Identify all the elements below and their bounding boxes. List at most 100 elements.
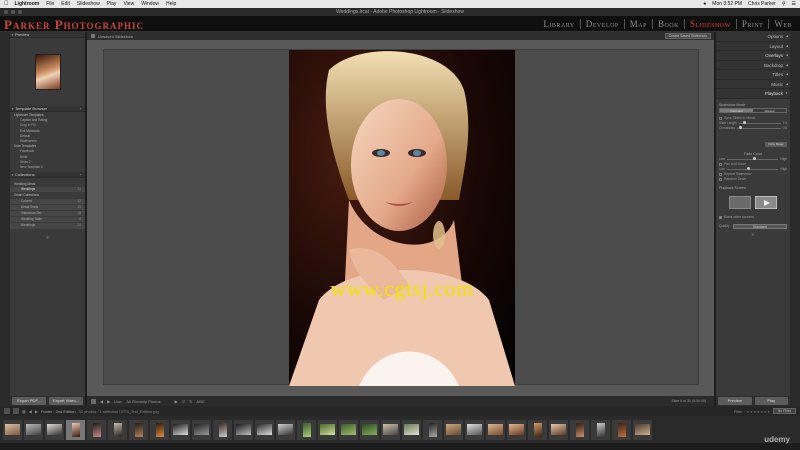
menu-app[interactable]: Lightroom: [15, 1, 40, 7]
module-book[interactable]: Book: [651, 19, 684, 29]
play-preview-icon[interactable]: ▶: [175, 399, 178, 404]
filmstrip-thumbnail[interactable]: [570, 419, 589, 440]
quality-dropdown[interactable]: Standard: [732, 223, 787, 229]
close-window-button[interactable]: [4, 10, 8, 14]
filmstrip-thumbnail[interactable]: [339, 419, 358, 440]
filter-dropdown[interactable]: No Filter: [772, 408, 796, 414]
filmstrip-thumbnail[interactable]: [150, 419, 169, 440]
screen-2-option[interactable]: [755, 195, 777, 209]
filmstrip-thumbnail[interactable]: [129, 419, 148, 440]
filmstrip-thumbnail[interactable]: [255, 419, 274, 440]
filmstrip-thumbnail[interactable]: [423, 419, 442, 440]
slide-canvas[interactable]: www.cgtsj.com: [103, 49, 699, 386]
preview-panel-header[interactable]: ▼ Preview: [10, 32, 85, 38]
overlays-section-header[interactable]: Overlays ◀: [716, 51, 790, 61]
filmstrip-thumbnail[interactable]: [87, 419, 106, 440]
left-panel-toggle[interactable]: [0, 32, 10, 406]
filmstrip-thumbnail[interactable]: [318, 419, 337, 440]
slider-track[interactable]: [738, 121, 781, 124]
add-text-button[interactable]: ABC: [196, 399, 204, 404]
add-template-icon[interactable]: +: [80, 106, 82, 111]
titles-section-header[interactable]: Titles ◀: [716, 70, 790, 80]
slider-knob[interactable]: [742, 121, 746, 124]
slider-value[interactable]: 0.5: [783, 126, 787, 130]
menu-file[interactable]: File: [46, 1, 54, 7]
module-slideshow[interactable]: Slideshow: [683, 19, 736, 29]
grid-view-icon[interactable]: ▦: [22, 409, 26, 414]
collection-item[interactable]: Detail Shots 10: [10, 204, 85, 210]
export-pdf-button[interactable]: Export PDF...: [12, 397, 46, 405]
filmstrip-thumbnail[interactable]: [633, 419, 652, 440]
filmstrip-thumbnail[interactable]: [465, 419, 484, 440]
filmstrip-source[interactable]: Folder : 2nd Edition: [41, 409, 76, 414]
crossfades-slider[interactable]: Crossfades 0.5: [719, 126, 787, 131]
module-develop[interactable]: Develop: [579, 19, 624, 29]
mode-automatic[interactable]: Automatic: [720, 108, 753, 113]
filmstrip-thumbnail[interactable]: [24, 419, 43, 440]
screen-1-option[interactable]: [729, 195, 751, 209]
filmstrip-thumbnail[interactable]: [213, 419, 232, 440]
filmstrip-thumbnail[interactable]: [234, 419, 253, 440]
music-section-header[interactable]: Music ◀: [716, 79, 790, 89]
collection-item[interactable]: Weddings 24: [10, 223, 85, 229]
filmstrip-thumbnail[interactable]: [45, 419, 64, 440]
menu-slideshow[interactable]: Slideshow: [77, 1, 100, 7]
zoom-window-button[interactable]: [18, 10, 22, 14]
filmstrip-thumbnail[interactable]: [549, 419, 568, 440]
filmstrip-thumbnail[interactable]: [360, 419, 379, 440]
random-order-checkbox[interactable]: Random Order: [719, 177, 787, 182]
collection-item[interactable]: Slideshow Set 18: [10, 211, 85, 217]
collection-item[interactable]: Weddings 31: [10, 187, 85, 193]
collections-header[interactable]: ▼ Collections +: [10, 172, 85, 179]
slider-knob[interactable]: [747, 167, 751, 170]
menu-help[interactable]: Help: [166, 1, 176, 7]
play-button[interactable]: Play: [754, 397, 788, 405]
right-panel-toggle[interactable]: [790, 32, 800, 406]
main-window-icon[interactable]: [4, 408, 10, 414]
slider-track[interactable]: [726, 157, 779, 160]
menubar-user[interactable]: Chris Parker: [748, 1, 776, 7]
filmstrip-thumbnail[interactable]: [591, 419, 610, 440]
slider-track[interactable]: [737, 126, 781, 129]
collection-item[interactable]: Colored 12: [10, 198, 85, 204]
apple-icon[interactable]: : [4, 1, 9, 7]
module-library[interactable]: Library: [538, 19, 579, 29]
rotate-left-icon[interactable]: ↺: [182, 399, 185, 404]
options-section-header[interactable]: Options ◀: [716, 32, 790, 42]
template-browser-header[interactable]: ▼ Template Browser +: [10, 106, 85, 112]
playback-section-header[interactable]: Playback ▼: [716, 89, 790, 99]
filmstrip-thumbnail[interactable]: [381, 419, 400, 440]
use-dropdown[interactable]: All Filmstrip Photos: [126, 399, 160, 404]
filmstrip-thumbnail[interactable]: [402, 419, 421, 440]
filmstrip-thumbnail[interactable]: [171, 419, 190, 440]
back-arrow-icon[interactable]: ◀: [29, 409, 32, 414]
backdrop-section-header[interactable]: Backdrop ◀: [716, 60, 790, 70]
template-item[interactable]: New Template 2: [10, 165, 85, 170]
add-collection-icon[interactable]: +: [80, 172, 82, 177]
rating-filter-stars-icon[interactable]: ●●●●●●●: [747, 409, 771, 414]
next-slide-icon[interactable]: ▶: [107, 399, 110, 404]
slider-value[interactable]: 7.8: [783, 121, 787, 125]
mode-manual[interactable]: Manual: [753, 109, 786, 113]
filmstrip-thumbnail[interactable]: [3, 419, 22, 440]
collection-item[interactable]: Wedding Table 6: [10, 217, 85, 223]
filmstrip-thumbnail[interactable]: [66, 419, 85, 440]
rotate-right-icon[interactable]: ↻: [189, 399, 192, 404]
filmstrip-thumbnail[interactable]: [444, 419, 463, 440]
filmstrip-thumbnail[interactable]: [297, 419, 316, 440]
module-print[interactable]: Print: [735, 19, 769, 29]
slider-track[interactable]: [726, 167, 779, 170]
export-video-button[interactable]: Export Video...: [49, 397, 83, 405]
second-window-icon[interactable]: [13, 408, 19, 414]
previous-slide-icon[interactable]: ◀: [100, 399, 103, 404]
menu-edit[interactable]: Edit: [61, 1, 70, 7]
bottom-panel-toggle[interactable]: [0, 443, 800, 450]
menubar-clock[interactable]: Mon 3:52 PM: [712, 1, 742, 7]
stop-icon[interactable]: [91, 398, 96, 404]
search-icon[interactable]: ⚲: [782, 1, 786, 7]
wifi-icon[interactable]: ●: [703, 1, 706, 7]
filmstrip-thumbnail[interactable]: [192, 419, 211, 440]
menu-list-icon[interactable]: ☰: [792, 1, 796, 7]
slider-knob[interactable]: [752, 157, 756, 160]
filmstrip-thumbnail[interactable]: [612, 419, 631, 440]
